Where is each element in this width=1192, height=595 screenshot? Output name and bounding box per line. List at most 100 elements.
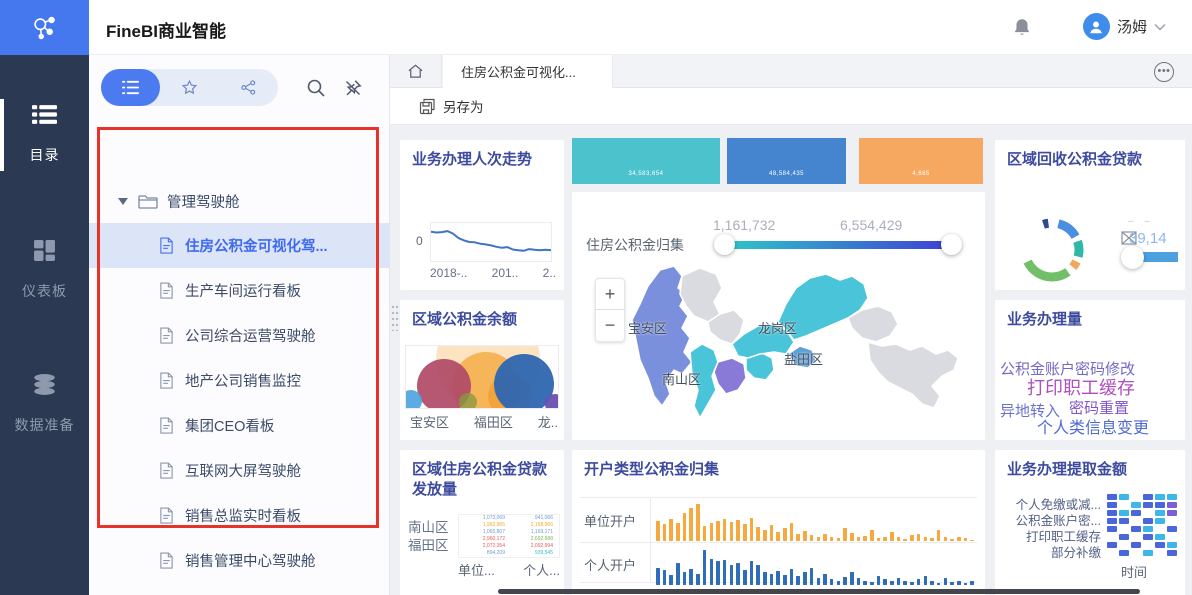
bar — [957, 537, 961, 541]
heatmap-cell — [1167, 502, 1177, 508]
gradient-range-slider[interactable] — [724, 241, 952, 249]
bar — [783, 528, 787, 541]
bar — [877, 576, 881, 585]
bubble-chart — [405, 345, 559, 409]
table-row: 2,072,3542,092,994 — [459, 543, 559, 550]
bar — [743, 524, 747, 541]
bar — [924, 576, 928, 585]
star-icon — [180, 79, 199, 96]
home-button[interactable] — [390, 55, 442, 88]
drag-handle-icon[interactable] — [391, 305, 399, 336]
bar — [883, 537, 887, 541]
heatmap-cell — [1119, 534, 1129, 540]
bar — [817, 537, 821, 541]
tree-list: 住房公积金可视化驾... 生产车间运行看板公司综合运营驾驶舱地产公司销售监控集团C… — [89, 223, 390, 583]
x-axis-label: 时间 — [1121, 562, 1147, 581]
bar — [710, 559, 714, 585]
top-bar: FineBI商业智能 汤姆 — [0, 0, 1192, 55]
tree-item[interactable]: 销售总监实时看板 — [89, 493, 390, 538]
bar — [696, 574, 700, 585]
tree-item[interactable]: 销售管理中心驾驶舱 — [89, 538, 390, 583]
bar — [750, 561, 754, 585]
bar — [676, 523, 680, 542]
kpi-block: 48,584,435 — [727, 138, 846, 184]
bar — [803, 531, 807, 541]
range-min: 1,161,732 — [713, 217, 775, 233]
app-title: FineBI商业智能 — [106, 17, 226, 42]
card-title: 区域住房公积金贷款发放量 — [412, 460, 552, 500]
tab-more-icon[interactable]: ••• — [1154, 62, 1174, 82]
heatmap-cell — [1155, 502, 1165, 508]
tree-folder-row[interactable]: 管理驾驶舱 — [89, 183, 390, 219]
bar — [970, 581, 974, 585]
zoom-out-button[interactable]: − — [595, 310, 625, 342]
tree-item[interactable]: 住房公积金可视化驾... — [89, 223, 390, 268]
mini-slider-track[interactable] — [1143, 252, 1178, 262]
bar — [803, 572, 807, 585]
bar — [870, 530, 874, 541]
finebi-logo[interactable] — [0, 0, 89, 55]
heatmap-cell — [1167, 542, 1177, 548]
table-cell: 2,072,354 — [459, 543, 507, 550]
tree-item-label: 生产车间运行看板 — [185, 280, 301, 301]
bar — [964, 538, 968, 541]
search-icon[interactable] — [306, 78, 326, 98]
toggle-shared-view[interactable] — [219, 69, 278, 106]
tree-item[interactable]: 集团CEO看板 — [89, 403, 390, 448]
sidebar-item-database[interactable]: 数据准备 — [0, 367, 89, 443]
mini-slider-handle[interactable] — [1121, 246, 1144, 269]
bar — [897, 578, 901, 585]
tree-item[interactable]: 地产公司销售监控 — [89, 358, 390, 403]
tree-item[interactable]: 生产车间运行看板 — [89, 268, 390, 313]
unpin-icon[interactable] — [343, 78, 363, 98]
sidebar-item-grid[interactable]: 仪表板 — [0, 233, 89, 309]
x-tick-label: 2018-.. — [430, 266, 467, 280]
toggle-list-view[interactable] — [101, 69, 160, 106]
bar — [897, 537, 901, 541]
document-icon — [89, 372, 174, 389]
tree-folder-label: 管理驾驶舱 — [167, 191, 240, 212]
slider-handle-min[interactable] — [714, 234, 735, 255]
bar — [763, 572, 767, 585]
bar — [663, 524, 667, 541]
bar — [910, 582, 914, 585]
slider-handle-max[interactable] — [941, 234, 962, 255]
choropleth-map[interactable] — [582, 264, 977, 434]
bar — [964, 583, 968, 585]
save-as-button[interactable]: 另存为 — [419, 96, 484, 116]
user-menu[interactable]: 汤姆 — [1083, 13, 1166, 40]
heatmap-cell — [1119, 518, 1129, 524]
table-row: 1,065,8071,169,171 — [459, 529, 559, 536]
toggle-favorites-view[interactable] — [160, 69, 219, 106]
bar — [790, 569, 794, 585]
tree-item-label: 销售总监实时看板 — [185, 505, 301, 526]
tree-item[interactable]: 公司综合运营驾驶舱 — [89, 313, 390, 358]
list-view-icon — [121, 79, 140, 96]
kpi-block: 4,665 — [859, 138, 983, 184]
sidebar-item-label: 数据准备 — [0, 415, 89, 435]
horizontal-scrollbar[interactable] — [498, 589, 1140, 594]
bar — [823, 574, 827, 585]
notification-bell-icon[interactable] — [1012, 17, 1032, 37]
tree-item[interactable]: 互联网大屏驾驶舱 — [89, 448, 390, 493]
dashboard: 业务办理人次走势 0 2018-..201..2.. 34,583,65448,… — [390, 125, 1192, 595]
district-label: 宝安区 — [628, 318, 667, 337]
heatmap-cell — [1167, 510, 1177, 516]
bar — [830, 537, 834, 541]
tab-dashboard[interactable]: 住房公积金可视化... — [443, 55, 613, 88]
zoom-in-button[interactable]: + — [595, 278, 625, 310]
bar — [930, 538, 934, 541]
bar — [910, 535, 914, 541]
kpi-value: 4,665 — [912, 171, 930, 177]
bar — [696, 504, 700, 541]
bar — [790, 523, 794, 541]
kpi-block: 34,583,654 — [572, 138, 720, 184]
bar — [830, 579, 834, 585]
expand-arrow-icon[interactable] — [118, 198, 128, 205]
card-volume: 业务办理量 公积金账户密码修改打印职工缓存异地转入密码重置个人类信息变更 — [995, 300, 1185, 440]
user-avatar — [1083, 13, 1110, 40]
sidebar-item-list[interactable]: 目录 — [0, 97, 89, 173]
bar — [950, 582, 954, 585]
x-tick-label: 宝安区 — [410, 412, 449, 431]
heatmap-cell — [1131, 526, 1141, 532]
